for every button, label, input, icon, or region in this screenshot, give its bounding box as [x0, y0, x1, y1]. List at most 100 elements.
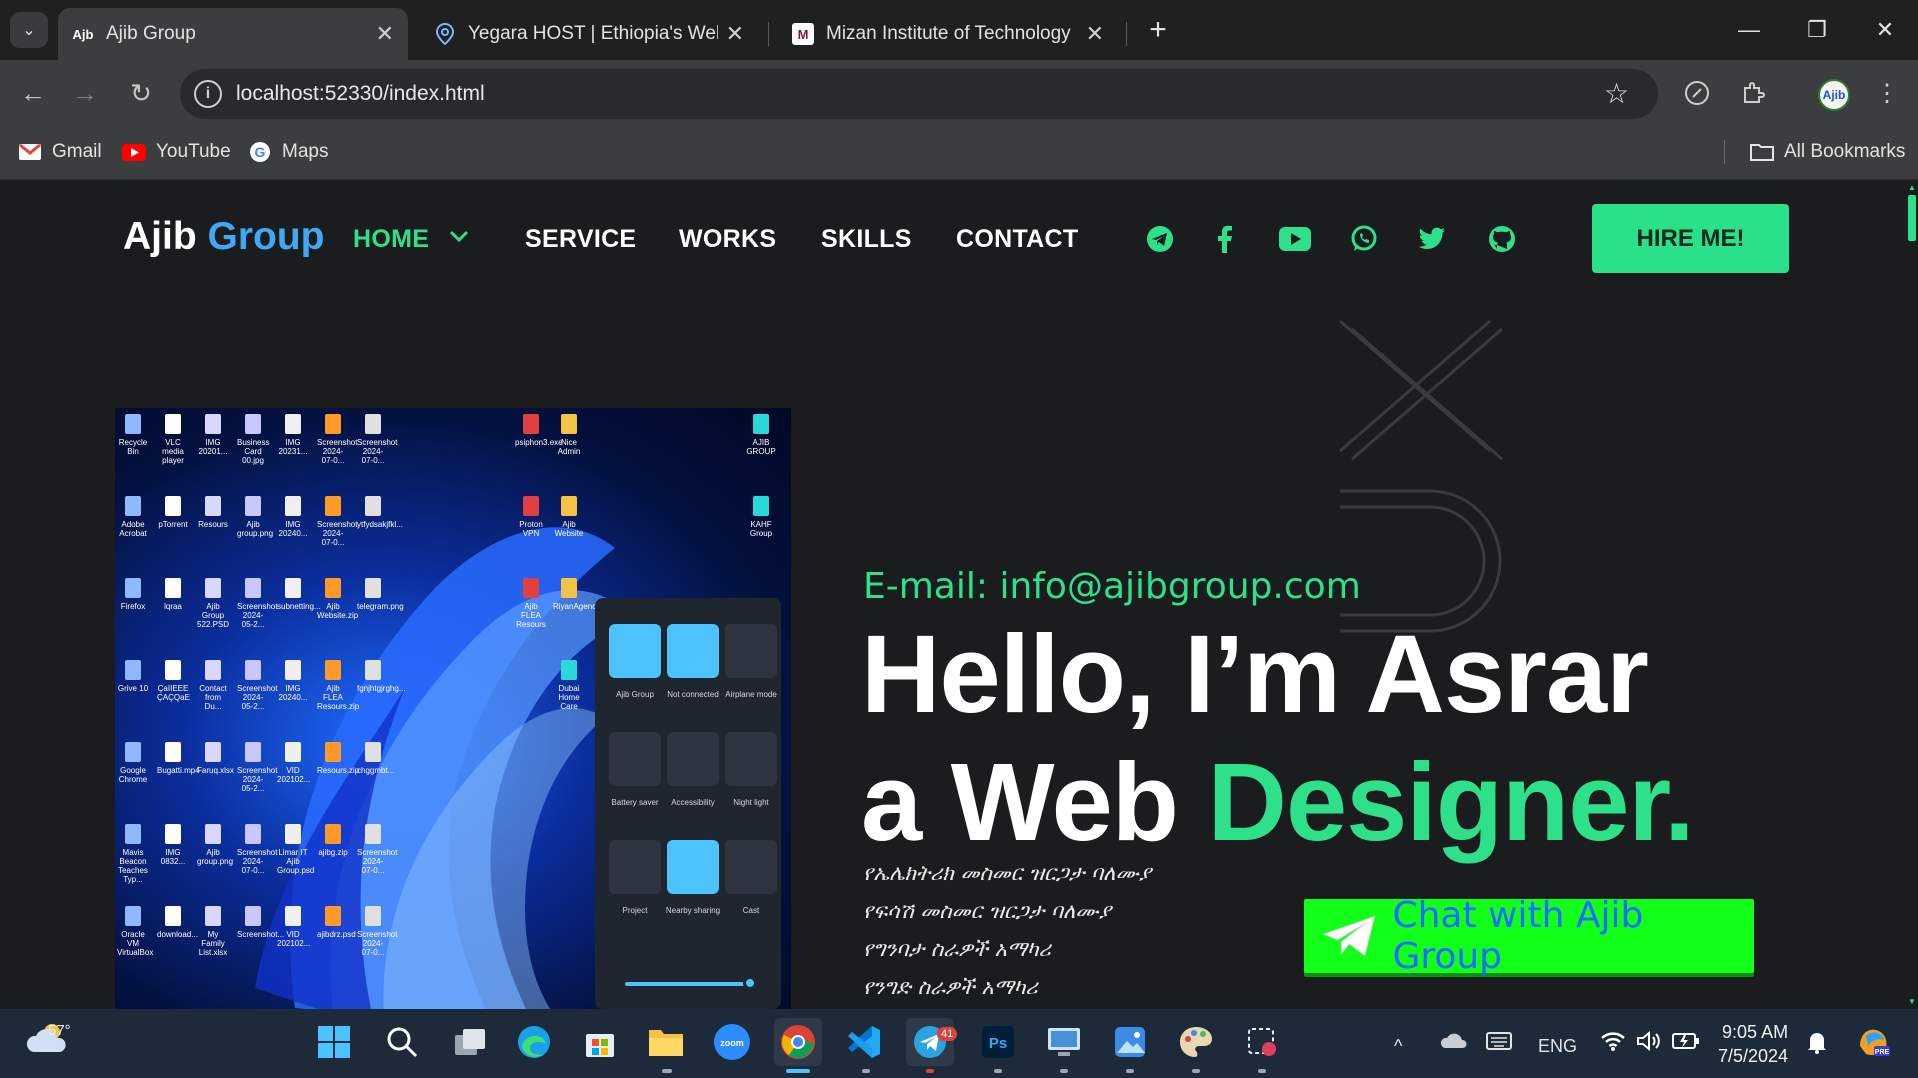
desktop-icon[interactable]: Firefox	[117, 578, 149, 611]
desktop-icon[interactable]: VID 202102...	[277, 906, 310, 948]
desktop-icon[interactable]: Mavis Beacon Teaches Typ...	[117, 824, 149, 884]
close-tab-icon[interactable]: ✕	[376, 21, 394, 47]
desktop-icon[interactable]: IMG 0832...	[157, 824, 189, 866]
desktop-icon[interactable]: Oracle VM VirtualBox	[117, 906, 153, 957]
chat-telegram-button[interactable]: Chat with Ajib Group	[1304, 895, 1754, 977]
file-explorer-icon[interactable]	[642, 1018, 690, 1066]
desktop-icon[interactable]: Limar IT Ajib Group.psd	[277, 824, 314, 875]
desktop-icon[interactable]: pTorrent	[157, 496, 189, 529]
whatsapp-icon[interactable]	[1348, 223, 1380, 255]
new-tab-button[interactable]: +	[1138, 10, 1178, 50]
close-tab-icon[interactable]: ✕	[1086, 21, 1104, 47]
desktop-icon[interactable]: AJIB GROUP	[745, 414, 777, 456]
desktop-icon[interactable]: Nice Admin	[553, 414, 585, 456]
desktop-icon[interactable]: Google Chrome	[117, 742, 149, 784]
desktop-icon[interactable]: Faruq.xlsx	[197, 742, 234, 775]
desktop-icon[interactable]: Screenshot 2024-05-2...	[237, 578, 277, 629]
qs-accessibility-button[interactable]	[667, 732, 719, 786]
site-logo[interactable]: Ajib Group	[123, 215, 325, 259]
desktop-icon[interactable]: Screenshot 2024-07-0...	[357, 414, 397, 465]
desktop-icon[interactable]: IMG 20231...	[277, 414, 309, 456]
page-scrollbar[interactable]: ▲ ▼	[1906, 181, 1918, 1009]
input-language[interactable]: ENG	[1538, 1036, 1577, 1057]
desktop-icon[interactable]: Resours	[197, 496, 229, 529]
nav-works[interactable]: WORKS	[679, 225, 776, 254]
qs-wifi-button[interactable]	[609, 624, 661, 678]
nav-skills[interactable]: SKILLS	[821, 225, 912, 254]
menu-kebab-icon[interactable]: ⋮	[1872, 78, 1902, 108]
close-window-button[interactable]: ✕	[1852, 0, 1918, 60]
desktop-icon[interactable]: Screenshot 2024-07-0...	[317, 496, 357, 547]
vscode-icon[interactable]	[840, 1018, 888, 1066]
desktop-icon[interactable]: psiphon3.exe	[515, 414, 563, 447]
desktop-icon[interactable]: Dubai Home Care	[553, 660, 585, 711]
twitter-icon[interactable]	[1416, 223, 1448, 255]
wifi-icon[interactable]	[1600, 1030, 1626, 1057]
youtube-icon[interactable]	[1276, 223, 1314, 255]
desktop-icon[interactable]: Ajib Website	[553, 496, 585, 538]
performance-icon[interactable]	[1682, 78, 1712, 108]
desktop-icon[interactable]: VID 202102...	[277, 742, 310, 784]
desktop-icon[interactable]: subnetting...	[277, 578, 321, 611]
bookmark-star-icon[interactable]: ☆	[1604, 77, 1629, 110]
facebook-icon[interactable]	[1208, 223, 1240, 255]
nav-contact[interactable]: CONTACT	[956, 225, 1078, 254]
chevron-down-icon[interactable]	[448, 225, 470, 253]
extensions-icon[interactable]	[1738, 78, 1768, 108]
qs-battery-saver-button[interactable]	[609, 732, 661, 786]
restore-button[interactable]: ❐	[1784, 0, 1850, 60]
desktop-icon[interactable]: lqraa	[157, 578, 189, 611]
desktop-icon[interactable]: Screenshot 2024-05-2...	[237, 742, 277, 793]
tab-ajib-group[interactable]: Ajb Ajib Group ✕	[58, 8, 408, 60]
desktop-icon[interactable]: RiyanAgency	[553, 578, 600, 611]
back-button[interactable]: ←	[14, 74, 52, 112]
site-info-icon[interactable]: i	[194, 80, 222, 108]
desktop-icon[interactable]: Screenshot 2024-05-2...	[237, 660, 277, 711]
desktop-icon[interactable]: ÇaIIEEE ÇAÇQaE	[157, 660, 190, 702]
qs-brightness-knob[interactable]	[743, 976, 757, 990]
desktop-icon[interactable]: IMG 20201...	[197, 414, 229, 456]
desktop-icon[interactable]: Ajib Website.zip	[317, 578, 358, 620]
desktop-icon[interactable]: ytfydsakjfkl...	[357, 496, 403, 529]
battery-icon[interactable]	[1672, 1032, 1700, 1055]
hire-me-button[interactable]: HIRE ME!	[1592, 204, 1789, 273]
desktop-icon[interactable]: telegram.png	[357, 578, 404, 611]
bookmark-gmail[interactable]: Gmail	[18, 138, 102, 166]
desktop-icon[interactable]: VLC media player	[157, 414, 189, 465]
scroll-down-icon[interactable]: ▼	[1908, 997, 1916, 1006]
nav-home[interactable]: HOME	[353, 225, 429, 254]
photoshop-icon[interactable]: Ps	[974, 1018, 1022, 1066]
desktop-icon[interactable]: Ajib FLEA Resours.zip	[317, 660, 359, 711]
bookmark-maps[interactable]: G Maps	[248, 138, 328, 166]
snipping-icon[interactable]	[1238, 1018, 1286, 1066]
desktop-icon[interactable]: Adobe Acrobat	[117, 496, 149, 538]
windows-start-icon[interactable]	[310, 1018, 358, 1066]
desktop-icon[interactable]: Ajib group.png	[197, 824, 233, 866]
search-icon[interactable]	[378, 1018, 426, 1066]
desktop-icon[interactable]: Screenshot 2024-07-0...	[357, 906, 397, 957]
qs-airplane-button[interactable]	[725, 624, 777, 678]
desktop-icon[interactable]: Screenshot...	[237, 906, 284, 939]
reload-button[interactable]: ↻	[122, 74, 160, 112]
desktop-icon[interactable]: IMG 20240...	[277, 660, 309, 702]
scrollbar-thumb[interactable]	[1908, 195, 1916, 241]
desktop-icon[interactable]: Proton VPN	[515, 496, 547, 538]
store-icon[interactable]	[576, 1018, 624, 1066]
desktop-icon[interactable]: KAHF Group	[745, 496, 777, 538]
url-text[interactable]: localhost:52330/index.html	[236, 82, 485, 106]
desktop-icon[interactable]: Screenshot 2024-07-0...	[357, 824, 397, 875]
qs-night-light-button[interactable]	[725, 732, 777, 786]
zoom-icon[interactable]: zoom	[708, 1018, 756, 1066]
telegram-icon[interactable]	[1144, 223, 1176, 255]
edge-icon[interactable]	[510, 1018, 558, 1066]
desktop-icon[interactable]: Ajib group.png	[237, 496, 273, 538]
forward-button[interactable]: →	[66, 74, 104, 112]
desktop-icon[interactable]: chggmbt...	[357, 742, 394, 775]
qs-nearby-sharing-button[interactable]	[667, 840, 719, 894]
desktop-icon[interactable]: Screenshot 2024-07-0...	[237, 824, 277, 875]
qs-project-button[interactable]	[609, 840, 661, 894]
bookmark-youtube[interactable]: YouTube	[122, 138, 231, 166]
desktop-icon[interactable]: download...	[157, 906, 198, 939]
paint-icon[interactable]	[1172, 1018, 1220, 1066]
profile-avatar[interactable]: Ajib	[1818, 79, 1850, 111]
